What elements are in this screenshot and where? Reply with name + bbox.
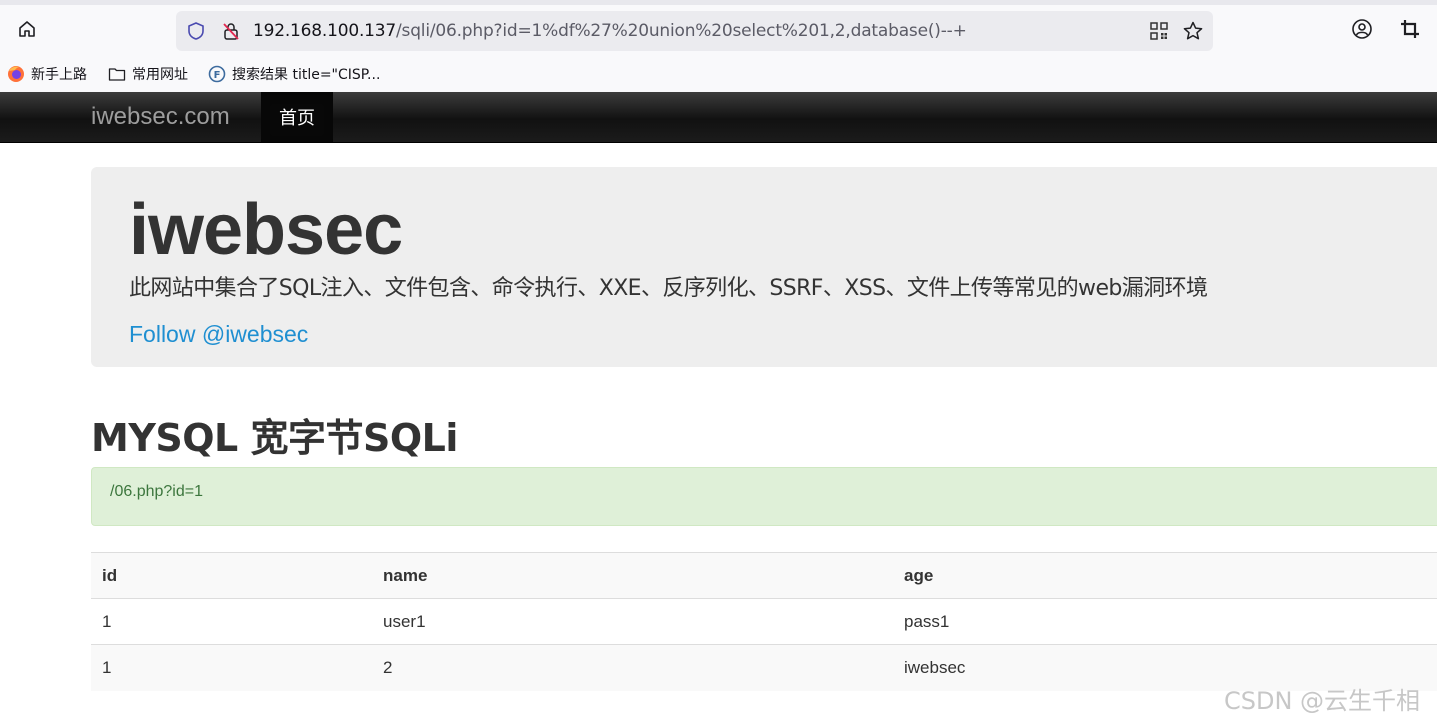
table-cell: user1	[372, 598, 893, 645]
bookmark-label: 常用网址	[132, 67, 188, 83]
crop-button[interactable]	[1394, 15, 1426, 47]
bookmark-label: 新手上路	[31, 67, 87, 83]
jumbotron-title: iwebsec	[129, 190, 403, 270]
table-cell: 2	[372, 644, 893, 691]
table-cell: pass1	[893, 598, 1437, 645]
alert-text: /06.php?id=1	[110, 483, 203, 500]
table-row: 1 user1 pass1	[91, 598, 1437, 645]
bookmark-getting-started[interactable]: 新手上路	[7, 62, 87, 86]
query-alert: /06.php?id=1	[91, 467, 1437, 526]
column-header-id: id	[91, 552, 372, 599]
table-header-row: id name age	[91, 552, 1437, 599]
fofa-icon: F	[208, 65, 226, 83]
column-header-age: age	[893, 552, 1437, 599]
address-bar[interactable]: 192.168.100.137/sqli/06.php?id=1%df%27%2…	[176, 11, 1213, 51]
insecure-lock-icon[interactable]	[219, 19, 243, 43]
folder-icon	[108, 65, 126, 83]
account-button[interactable]	[1346, 15, 1378, 47]
home-button[interactable]	[11, 15, 43, 47]
svg-text:F: F	[214, 70, 221, 81]
bookmark-label: 搜索结果 title="CISP...	[232, 67, 381, 83]
tracking-shield-icon[interactable]	[184, 19, 208, 43]
column-header-name: name	[372, 552, 893, 599]
browser-chrome: 192.168.100.137/sqli/06.php?id=1%df%27%2…	[0, 0, 1437, 92]
crop-icon	[1400, 19, 1420, 44]
url-path: /sqli/06.php?id=1%df%27%20union%20select…	[396, 21, 967, 41]
qr-code-icon[interactable]	[1147, 19, 1171, 43]
home-icon	[17, 19, 37, 44]
url-host: 192.168.100.137	[253, 21, 397, 41]
site-navbar: iwebsec.com 首页	[0, 92, 1437, 143]
watermark: CSDN @云生千相	[1224, 687, 1421, 715]
bookmark-star-icon[interactable]	[1181, 19, 1205, 43]
bookmark-common-sites[interactable]: 常用网址	[108, 62, 188, 86]
nav-item-home[interactable]: 首页	[261, 92, 333, 142]
results-table: id name age 1 user1 pass1 1 2 iwebsec	[91, 552, 1437, 691]
brand-link[interactable]: iwebsec.com	[91, 103, 230, 131]
page-heading: MYSQL 宽字节SQLi	[91, 416, 458, 460]
tab-strip-edge	[0, 0, 1437, 5]
table-cell: 1	[91, 644, 372, 691]
jumbotron: iwebsec 此网站中集合了SQL注入、文件包含、命令执行、XXE、反序列化、…	[91, 167, 1437, 367]
account-icon	[1351, 18, 1373, 45]
url-text[interactable]: 192.168.100.137/sqli/06.php?id=1%df%27%2…	[253, 21, 967, 41]
bookmark-search-results[interactable]: F 搜索结果 title="CISP...	[208, 62, 380, 86]
firefox-icon	[7, 65, 25, 83]
bookmarks-toolbar: 新手上路 常用网址 F 搜索结果 title="CISP...	[0, 58, 1437, 91]
table-cell: 1	[91, 598, 372, 645]
jumbotron-description: 此网站中集合了SQL注入、文件包含、命令执行、XXE、反序列化、SSRF、XSS…	[129, 276, 1208, 301]
follow-link[interactable]: Follow @iwebsec	[129, 321, 308, 348]
